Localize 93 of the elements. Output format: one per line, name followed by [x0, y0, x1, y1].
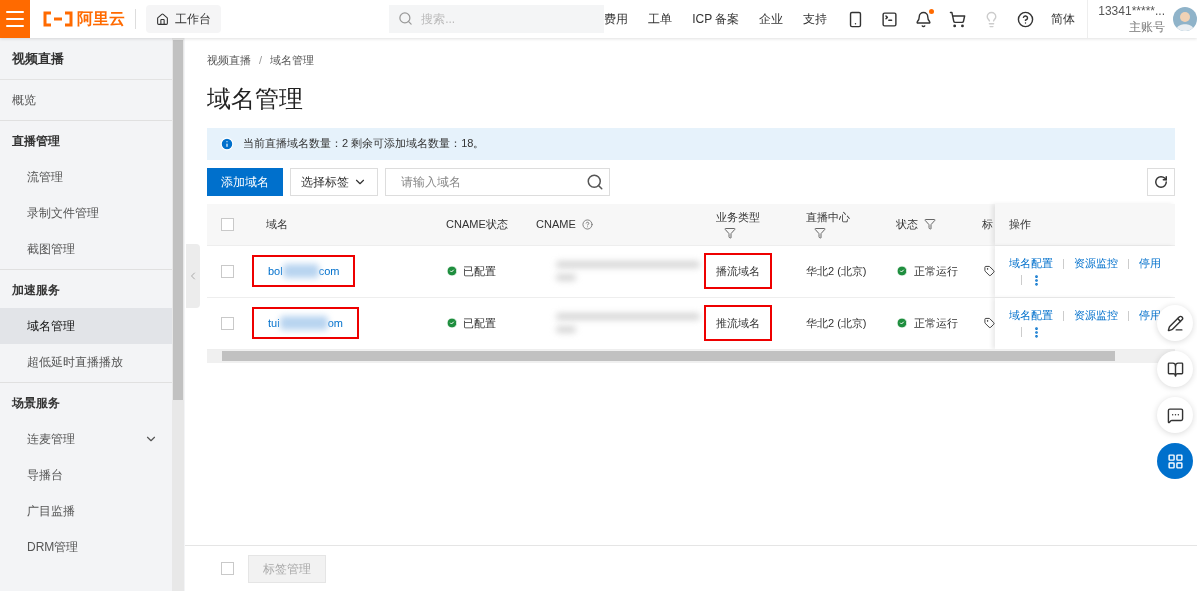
help-icon[interactable]	[1017, 10, 1035, 28]
tag-icon	[984, 317, 995, 329]
scrollbar[interactable]	[172, 38, 184, 591]
column-header: CNAME	[536, 216, 576, 232]
section-heading: 直播管理	[11, 133, 61, 150]
collapse-handle[interactable]	[186, 244, 200, 308]
domain-link[interactable]: bol com	[252, 255, 356, 287]
check-circle-icon	[896, 317, 908, 329]
filter-icon[interactable]	[724, 227, 736, 240]
sidebar-item[interactable]: 录制文件管理	[0, 195, 172, 231]
sidebar-item[interactable]: DRM管理	[0, 529, 172, 565]
breadcrumb-link[interactable]: 视频直播	[207, 52, 251, 69]
sidebar-item[interactable]: 概览	[0, 82, 172, 118]
horizontal-scrollbar[interactable]	[207, 348, 1175, 363]
sidebar-item[interactable]: 连麦管理	[0, 421, 172, 457]
action-link[interactable]: 资源监控	[1074, 255, 1118, 272]
table-cell: 播流域名	[704, 253, 772, 289]
checkbox[interactable]	[221, 264, 234, 278]
tag-icon	[984, 265, 995, 277]
table-cell: 正常运行	[880, 245, 970, 297]
redaction-blur	[282, 264, 319, 278]
search-field[interactable]: 搜索...	[389, 5, 605, 33]
nav-link[interactable]: 工单	[648, 10, 673, 28]
sidebar-item[interactable]: 广目监播	[0, 493, 172, 529]
redaction-blur	[279, 316, 328, 330]
add-domain-button[interactable]: 添加域名	[207, 167, 283, 196]
redaction-blur	[556, 326, 576, 333]
table-cell: 已配置	[430, 297, 520, 349]
checkbox[interactable]	[221, 217, 234, 231]
info-icon	[220, 136, 234, 151]
bell-icon[interactable]	[915, 10, 933, 28]
action-link[interactable]: 停用	[1139, 255, 1161, 272]
menu-button[interactable]	[0, 0, 31, 38]
table-header-cell: 操作	[995, 203, 1175, 245]
domain-link[interactable]: tui om	[252, 307, 359, 339]
page-title: 域名管理	[207, 83, 304, 114]
sidebar-item[interactable]: 流管理	[0, 159, 172, 195]
table-cell: 正常运行	[880, 297, 970, 349]
checkbox[interactable]	[221, 562, 234, 575]
cart-icon[interactable]	[949, 10, 967, 28]
chat-button[interactable]	[1157, 397, 1193, 433]
terminal-icon[interactable]	[881, 10, 899, 28]
filter-icon[interactable]	[814, 227, 826, 240]
action-link[interactable]: 域名配置	[1009, 255, 1053, 272]
column-header: 状态	[896, 216, 918, 232]
breadcrumb-current: 域名管理	[270, 53, 315, 68]
column-header: 直播中心	[806, 209, 851, 225]
sidebar-item[interactable]: 导播台	[0, 457, 172, 493]
apps-button[interactable]	[1157, 443, 1193, 479]
nav-link[interactable]: ICP 备案	[692, 10, 740, 28]
nav-link[interactable]: 支持	[803, 10, 828, 28]
breadcrumb-separator: /	[259, 53, 263, 68]
table-cell: 推流域名	[704, 305, 772, 341]
check-circle-icon	[896, 265, 908, 277]
sidebar-item[interactable]: 超低延时直播播放	[0, 344, 172, 380]
sidebar-item[interactable]: 截图管理	[0, 231, 172, 267]
search-icon	[398, 11, 414, 26]
check-circle-icon	[446, 317, 458, 329]
section-heading: 场景服务	[10, 395, 61, 412]
refresh-icon	[1154, 174, 1168, 189]
column-header: CNAME状态	[446, 216, 508, 232]
search-icon	[586, 172, 604, 191]
filter-icon[interactable]	[924, 218, 936, 230]
table-cell-text: 华北2 (北京)	[805, 315, 868, 331]
nav-link[interactable]: 费用	[604, 10, 629, 28]
check-circle-icon	[446, 265, 458, 277]
checkbox[interactable]	[221, 316, 234, 330]
workbench-button[interactable]: 工作台	[146, 5, 222, 33]
table-cell-text: 华北2 (北京)	[805, 263, 868, 279]
action-link[interactable]: 资源监控	[1074, 307, 1118, 324]
language-link[interactable]: 简体	[1051, 10, 1076, 28]
notice-text: 当前直播域名数量：2 剩余可添加域名数量：18。	[243, 136, 485, 152]
section-heading: 加速服务	[11, 282, 61, 299]
redaction-blur	[556, 274, 576, 281]
logo-icon	[42, 11, 75, 27]
sidebar-item[interactable]: 域名管理	[0, 308, 172, 344]
tag-select[interactable]: 选择标签	[290, 167, 378, 196]
table-cell: 已配置	[430, 245, 520, 297]
guide-button[interactable]	[1157, 351, 1193, 387]
refresh-button[interactable]	[1147, 167, 1175, 196]
domain-search-field[interactable]: 请输入域名	[385, 167, 610, 196]
grid-icon	[1166, 452, 1184, 470]
column-header: 业务类型	[716, 209, 761, 225]
book-icon	[1166, 360, 1184, 378]
account-name[interactable]: 13341*****...	[1098, 3, 1165, 19]
nav-link[interactable]: 企业	[759, 10, 784, 28]
column-header: 标	[982, 216, 993, 232]
home-icon	[156, 12, 170, 26]
column-header: 域名	[266, 216, 288, 232]
chat-icon	[1166, 406, 1184, 424]
account-role: 主账号	[1129, 19, 1165, 35]
action-link[interactable]: 域名配置	[1009, 307, 1053, 324]
edit-icon	[1166, 314, 1184, 332]
